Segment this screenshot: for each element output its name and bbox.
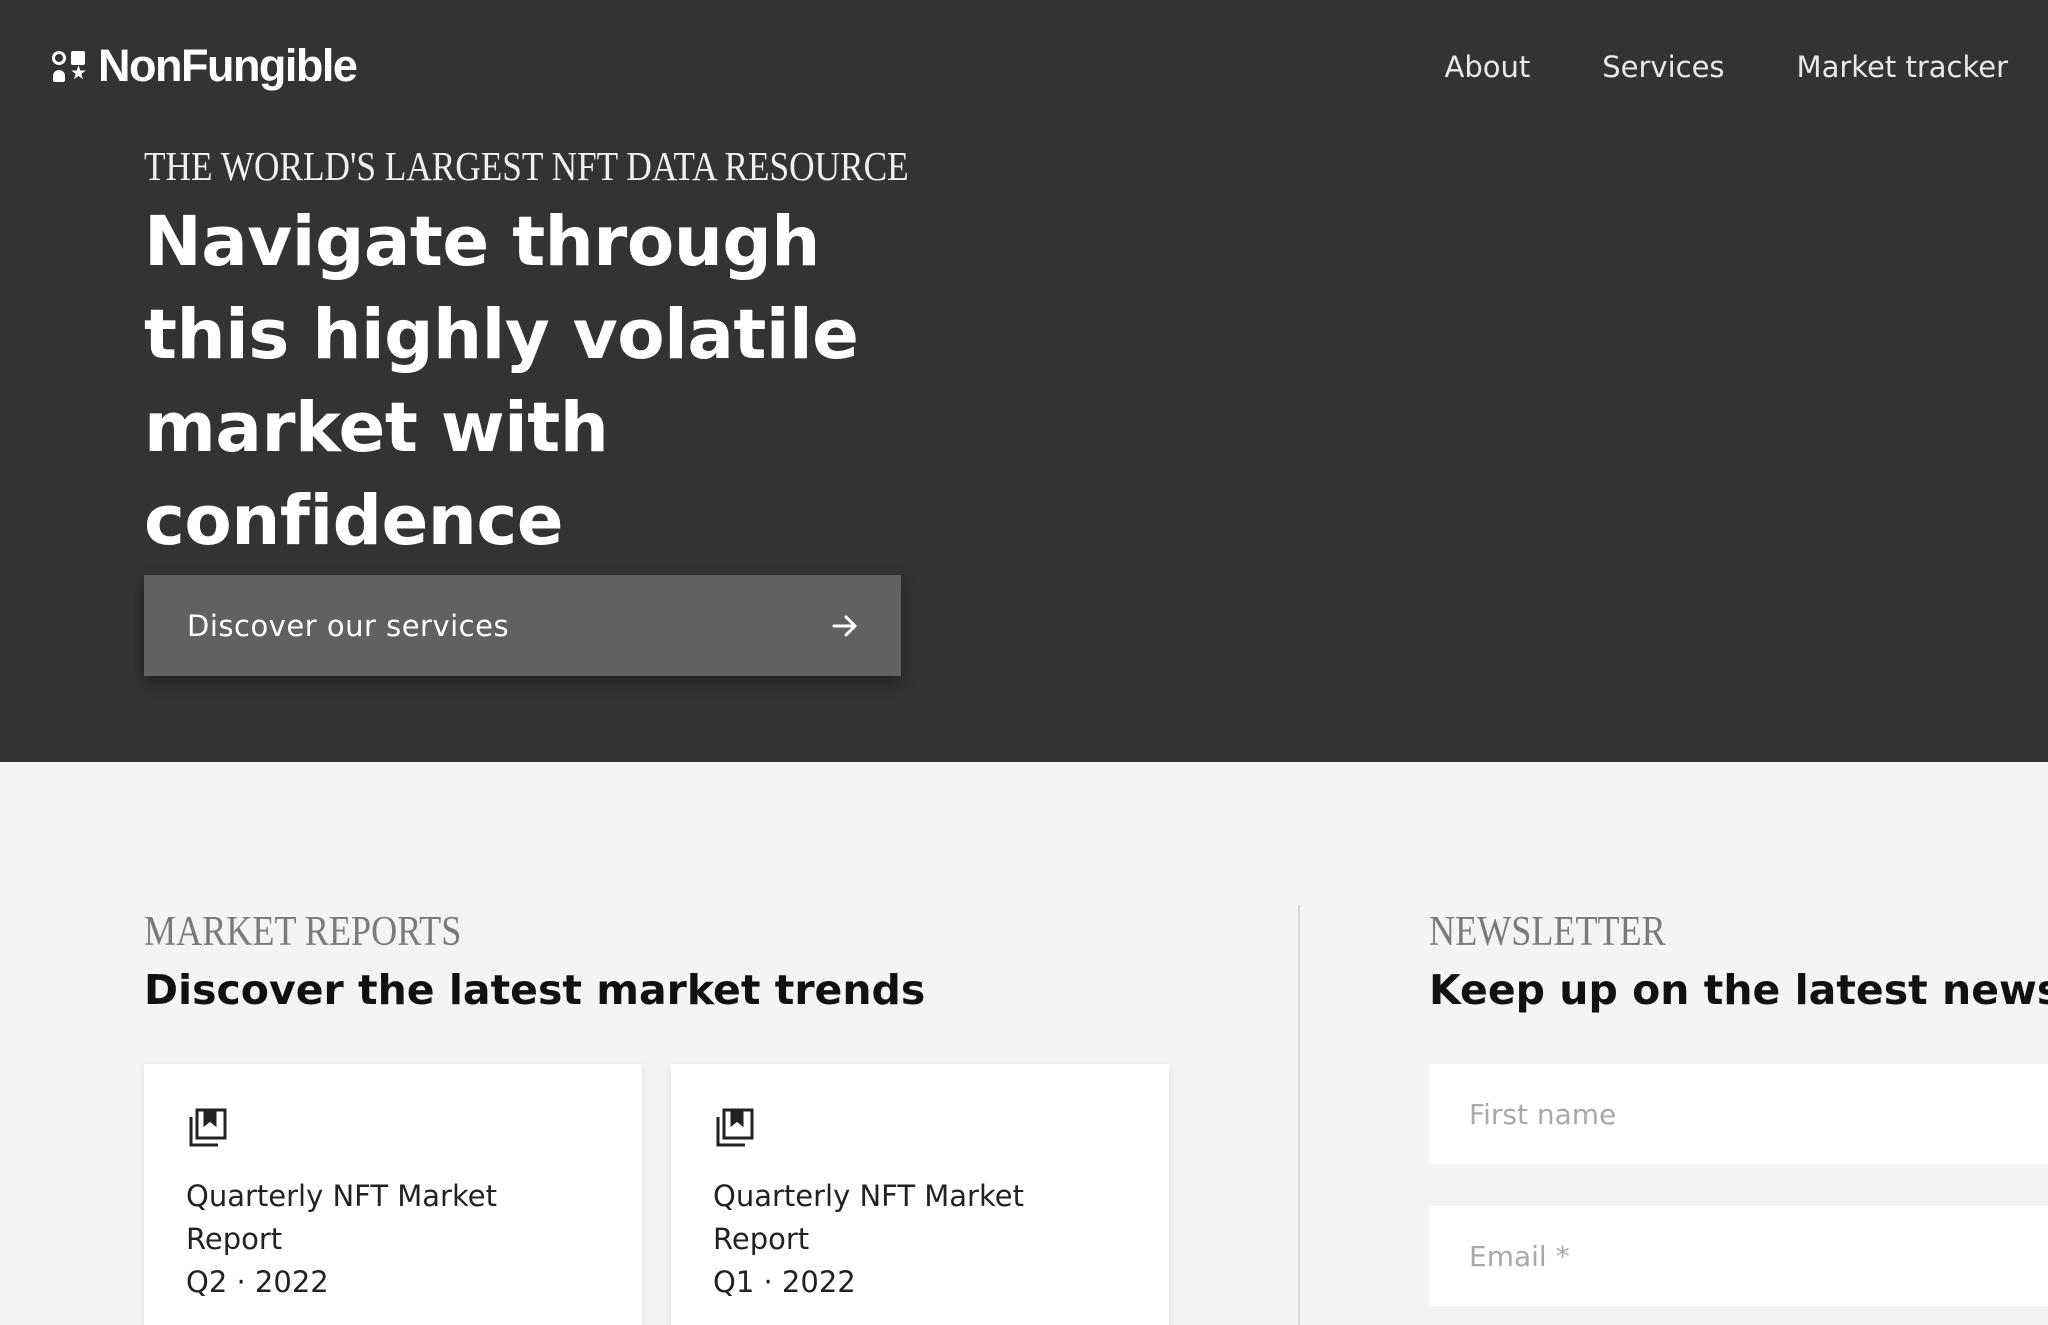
- market-reports-title: Discover the latest market trends: [144, 966, 926, 1014]
- logo-mark-icon: ★: [52, 49, 87, 83]
- nav-link-about[interactable]: About: [1445, 50, 1531, 84]
- discover-services-button[interactable]: Discover our services: [144, 575, 901, 676]
- report-card-period: Q2 · 2022: [186, 1265, 329, 1299]
- report-card[interactable]: Quarterly NFT Market Report Q1 · 2022: [671, 1064, 1169, 1325]
- report-bookmark-icon: [189, 1108, 227, 1147]
- market-reports-eyebrow: MARKET REPORTS: [144, 909, 462, 955]
- nav-link-services[interactable]: Services: [1602, 50, 1724, 84]
- hero-headline: Navigate through this highly volatile ma…: [144, 202, 859, 561]
- brand-logo[interactable]: ★ NonFungible: [52, 40, 358, 92]
- email-field[interactable]: [1429, 1206, 2048, 1306]
- newsletter-title: Keep up on the latest news in: [1429, 966, 2048, 1014]
- first-name-input[interactable]: [1469, 1097, 2048, 1131]
- email-input[interactable]: [1469, 1239, 2048, 1273]
- section-divider: [1298, 905, 1300, 1325]
- report-card-title: Quarterly NFT Market Report: [713, 1179, 1024, 1256]
- newsletter-eyebrow: NEWSLETTER: [1429, 909, 1666, 955]
- cta-label: Discover our services: [187, 608, 510, 643]
- main-nav: About Services Market tracker: [1445, 50, 2009, 84]
- report-card-title: Quarterly NFT Market Report: [186, 1179, 497, 1256]
- first-name-field[interactable]: [1429, 1064, 2048, 1164]
- report-card-period: Q1 · 2022: [713, 1265, 856, 1299]
- arrow-right-icon: [832, 615, 857, 636]
- report-bookmark-icon: [716, 1108, 754, 1147]
- brand-name: NonFungible: [98, 40, 358, 91]
- report-card[interactable]: Quarterly NFT Market Report Q2 · 2022: [144, 1064, 642, 1325]
- hero-section: ★ NonFungible About Services Market trac…: [0, 0, 2048, 762]
- hero-eyebrow: THE WORLD'S LARGEST NFT DATA RESOURCE: [144, 143, 909, 189]
- nav-link-market-tracker[interactable]: Market tracker: [1797, 50, 2008, 84]
